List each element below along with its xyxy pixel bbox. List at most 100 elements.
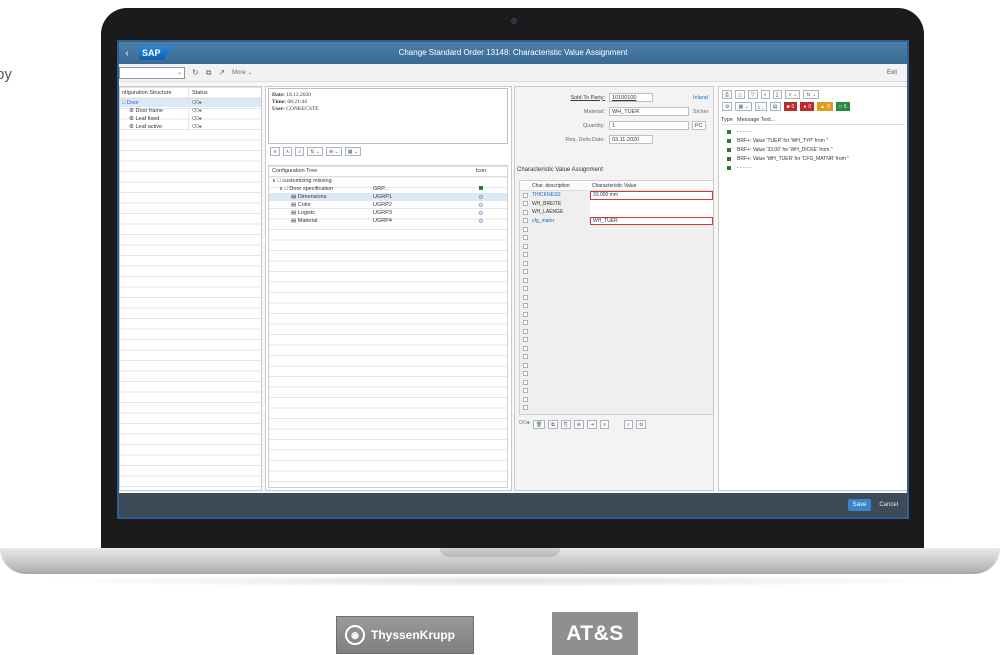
collapse-all-icon[interactable]: ∧ [282, 147, 293, 156]
print-icon[interactable]: ⎙ [722, 90, 733, 99]
row-checkbox[interactable] [522, 252, 528, 258]
copy-icon[interactable]: ⧉ [206, 68, 212, 78]
row-checkbox[interactable] [522, 345, 528, 351]
settings-icon[interactable]: ⚙ [461, 202, 501, 209]
variant-select[interactable]: ⌄ [119, 66, 185, 79]
quantity-unit[interactable]: PC [692, 121, 706, 130]
tree-row[interactable]: ▤ Dimensions UGRP1 ⚙ [269, 193, 507, 201]
settings-icon[interactable]: ⚙ [722, 102, 733, 111]
row-checkbox[interactable] [522, 396, 528, 402]
row-checkbox[interactable] [522, 405, 528, 411]
material-input[interactable]: WH_TUER [609, 107, 689, 116]
status-green-dot: ● [198, 116, 202, 122]
message-row[interactable]: BRF+: Value 'TUER' for 'WH_TYP' from '' [721, 136, 905, 145]
pin-icon[interactable]: ↗ [218, 68, 225, 77]
message-row[interactable]: BRF+: Value '33.00' for 'WH_DICKE' from … [721, 145, 905, 154]
char-value-input[interactable]: WH_TUER [590, 216, 713, 225]
warning-count-badge[interactable]: ▲ 0 [817, 102, 833, 111]
settings-icon[interactable]: ⚙ [461, 210, 501, 217]
row-checkbox[interactable] [522, 362, 528, 368]
row-checkbox[interactable] [522, 303, 528, 309]
filter-icon[interactable]: ⊕ ⌄ [325, 147, 342, 156]
sort-icon[interactable]: ⇅ ⌄ [307, 147, 323, 156]
tree-row[interactable]: ∨ □ Door specification GRP... [269, 185, 507, 193]
delete-icon[interactable]: 🗑 [532, 420, 546, 429]
row-checkbox[interactable] [522, 371, 528, 377]
quantity-input[interactable]: 1 [609, 121, 689, 130]
message-row[interactable]: BRF+: Value 'WH_TUER' for 'CFG_MATNR' fr… [721, 154, 905, 163]
message-row[interactable]: - - - - - [721, 163, 905, 172]
search-icon[interactable]: ⌕ [295, 147, 305, 156]
structure-row[interactable]: ⚙ Door frame OO ● [120, 107, 261, 115]
funnel-icon[interactable]: ⋎ ⌄ [785, 90, 801, 99]
info-count-badge[interactable]: □ 5 [835, 102, 850, 111]
sold-to-input[interactable]: 10100100 [609, 93, 653, 102]
char-value-input[interactable]: 33.000 mm [590, 191, 713, 200]
tree-row[interactable]: ∨ □ customizing missing [269, 177, 507, 185]
cva-row[interactable]: WH_LAENGE [520, 208, 713, 217]
search-icon[interactable]: ⌕ [760, 90, 770, 99]
list-icon[interactable]: ≡ [600, 420, 610, 429]
error-count-badge[interactable]: ■ 0 [783, 102, 798, 111]
cva-row[interactable]: cfg_matnr WH_TUER [520, 216, 713, 225]
structure-row[interactable]: □ Door OO ● [120, 99, 261, 107]
cancel-button[interactable]: Cancel [876, 499, 901, 511]
sold-to-label[interactable]: Sold-To Party: [515, 95, 605, 101]
row-checkbox[interactable] [522, 192, 528, 198]
row-checkbox[interactable] [522, 269, 528, 275]
structure-row[interactable]: ⚙ Leaf fixed OO ● [120, 115, 261, 123]
row-checkbox[interactable] [522, 311, 528, 317]
error-count-badge-2[interactable]: ● 0 [800, 102, 815, 111]
document-icon: ▤ [291, 218, 298, 224]
save-button[interactable]: Save [847, 499, 872, 511]
char-value-input[interactable] [590, 199, 713, 208]
tree-row[interactable]: ▤ Logistc UGRP3 ⚙ [269, 209, 507, 217]
paste-icon[interactable]: ⎘ [560, 420, 571, 429]
more-menu[interactable]: More ⌄ [232, 69, 252, 76]
delivery-date-input[interactable]: 03.11.2020 [609, 135, 653, 144]
tree-row[interactable]: ▤ Material UGRP4 ⚙ [269, 217, 507, 225]
cva-row[interactable]: THICKNESS 33.000 mm [520, 191, 713, 200]
layout-icon[interactable]: ▦ ⌄ [735, 102, 752, 111]
row-checkbox[interactable] [522, 286, 528, 292]
document-icon[interactable]: ▤ [769, 102, 781, 111]
filter-icon[interactable]: ▽ [747, 90, 758, 99]
structure-row[interactable]: ⚙ Leaf active OO ● [120, 123, 261, 131]
row-checkbox[interactable] [522, 337, 528, 343]
row-checkbox[interactable] [522, 201, 528, 207]
row-checkbox[interactable] [522, 328, 528, 334]
copy-icon[interactable]: ⧉ [548, 420, 558, 429]
settings-icon[interactable]: ⚙ [461, 194, 501, 201]
settings-icon[interactable]: ⚙ [635, 420, 647, 429]
row-checkbox[interactable] [522, 354, 528, 360]
insert-icon[interactable]: ⊕ [573, 420, 584, 429]
refresh-icon[interactable]: ↻ [192, 68, 199, 77]
row-checkbox[interactable] [522, 226, 528, 232]
sum-icon[interactable]: ∑ [772, 90, 783, 99]
row-checkbox[interactable] [522, 320, 528, 326]
message-row[interactable]: - - - - - [721, 127, 905, 136]
settings-icon[interactable]: ⚙ [461, 218, 501, 225]
layout-icon[interactable]: ▦ ⌄ [344, 147, 362, 156]
exit-button[interactable]: Exit [887, 70, 897, 76]
char-value-input[interactable] [590, 208, 713, 217]
cva-title: Characteristic Value Assignment [517, 167, 603, 173]
row-checkbox[interactable] [522, 209, 528, 215]
export-icon[interactable]: ⤓ ⌄ [754, 102, 767, 111]
sort-up-icon[interactable]: △ [735, 90, 745, 99]
row-checkbox[interactable] [522, 235, 528, 241]
expand-all-icon[interactable]: ∨ [270, 147, 280, 156]
tree-row[interactable]: ▤ Color UGRP2 ⚙ [269, 201, 507, 209]
cva-row[interactable]: WH_BREITE [520, 199, 713, 208]
move-icon[interactable]: ⇥ [586, 420, 598, 429]
row-checkbox[interactable] [522, 388, 528, 394]
date-value: 18.12.2020 [286, 92, 311, 98]
row-checkbox[interactable] [522, 218, 528, 224]
row-checkbox[interactable] [522, 379, 528, 385]
row-checkbox[interactable] [522, 277, 528, 283]
row-checkbox[interactable] [522, 294, 528, 300]
zoom-icon[interactable]: ⌕ [624, 420, 633, 429]
sort-icon[interactable]: ⇅ ⌄ [803, 90, 820, 99]
row-checkbox[interactable] [522, 243, 528, 249]
row-checkbox[interactable] [522, 260, 528, 266]
